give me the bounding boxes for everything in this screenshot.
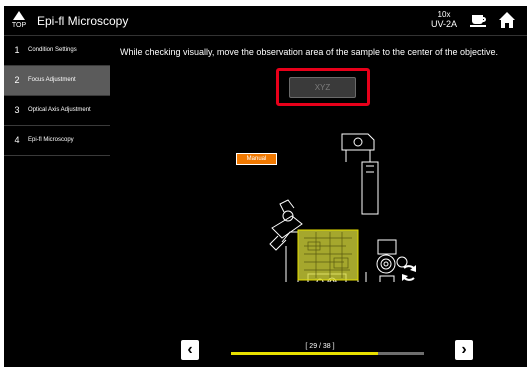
instruction-text: While checking visually, move the observ… xyxy=(120,47,499,57)
main-panel: While checking visually, move the observ… xyxy=(110,36,527,367)
filter-cube-label: UV-2A xyxy=(430,19,457,29)
top-label: TOP xyxy=(11,22,27,29)
next-page-button[interactable]: › xyxy=(455,340,473,360)
sidebar-item-number: 4 xyxy=(14,135,20,145)
sidebar-item-focus-adjustment[interactable]: 2 Focus Adjustment xyxy=(4,66,110,96)
progress-bar xyxy=(231,352,424,355)
sidebar-item-label: Epi-fl Microscopy xyxy=(28,137,74,143)
sidebar-item-number: 3 xyxy=(14,105,20,115)
page-title: Epi-fl Microscopy xyxy=(37,14,129,28)
sidebar-item-optical-axis-adjustment[interactable]: 3 Optical Axis Adjustment xyxy=(4,96,110,126)
app-screen: TOP Epi-fl Microscopy 10x UV-2A 1 Condit… xyxy=(4,6,527,367)
sidebar-item-label: Condition Settings xyxy=(28,47,77,53)
chevron-left-icon: ‹ xyxy=(187,341,193,358)
previous-page-button[interactable]: ‹ xyxy=(181,340,199,360)
rotate-icon[interactable] xyxy=(398,262,420,284)
objective-status: 10x UV-2A xyxy=(426,10,462,32)
top-button[interactable]: TOP xyxy=(8,9,30,33)
sidebar: 1 Condition Settings 2 Focus Adjustment … xyxy=(4,36,110,367)
chevron-right-icon: › xyxy=(461,341,467,358)
microscope-illustration xyxy=(269,133,408,282)
objective-magnification: 10x xyxy=(437,10,451,19)
sidebar-item-label: Optical Axis Adjustment xyxy=(28,107,91,113)
page-counter: [ 29 / 38 ] xyxy=(305,343,335,350)
xyz-button[interactable]: XYZ xyxy=(289,77,356,98)
coffee-cup-icon[interactable] xyxy=(470,12,488,30)
sidebar-item-label: Focus Adjustment xyxy=(28,77,76,83)
sidebar-item-condition-settings[interactable]: 1 Condition Settings xyxy=(4,36,110,66)
home-icon[interactable] xyxy=(498,12,516,30)
sidebar-item-number: 2 xyxy=(14,75,20,85)
sidebar-item-epi-fl-microscopy[interactable]: 4 Epi-fl Microscopy xyxy=(4,126,110,156)
progress-fill xyxy=(231,352,379,355)
top-bar: TOP Epi-fl Microscopy 10x UV-2A xyxy=(4,6,527,36)
top-icon xyxy=(13,11,25,20)
sidebar-item-number: 1 xyxy=(14,45,20,55)
